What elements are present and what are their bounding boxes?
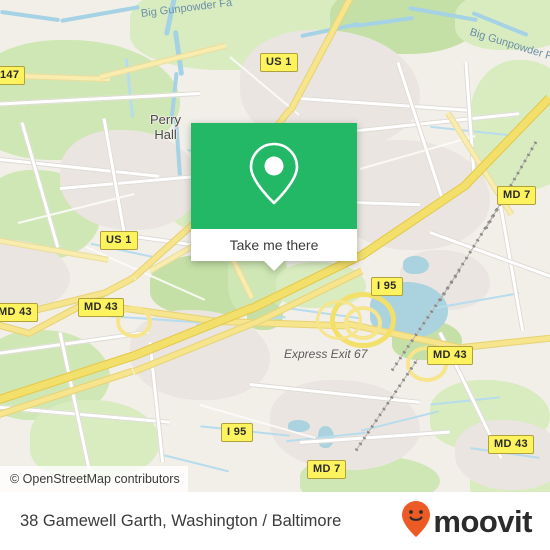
moovit-logo[interactable]: moovit — [401, 500, 532, 543]
shield-147[interactable]: 147 — [0, 66, 26, 85]
shield-md-43[interactable]: MD 43 — [78, 298, 124, 317]
address-title: 38 Gamewell Garth, Washington / Baltimor… — [20, 511, 342, 530]
river — [60, 5, 140, 23]
exit-label-express-exit-67: Express Exit 67 — [284, 347, 368, 361]
map-canvas[interactable]: Big Gunpowder Fa Big Gunpowder Fa Perry … — [0, 0, 550, 492]
shield-md-7[interactable]: MD 7 — [307, 460, 347, 479]
shield-i-95[interactable]: I 95 — [221, 423, 253, 442]
popup-tail — [264, 261, 284, 271]
place-label-perry-hall: Perry Hall — [150, 112, 182, 142]
road-md-43 — [461, 332, 550, 351]
moovit-map-screenshot: Big Gunpowder Fa Big Gunpowder Fa Perry … — [0, 0, 550, 550]
take-me-there-label: Take me there — [229, 237, 319, 253]
popup-header — [191, 123, 357, 229]
take-me-there-button[interactable]: Take me there — [191, 229, 357, 271]
river — [0, 9, 60, 23]
interchange-ramp — [316, 300, 362, 340]
shield-md-43[interactable]: MD 43 — [0, 303, 38, 322]
location-pin-icon — [247, 141, 301, 212]
footer-bar: 38 Gamewell Garth, Washington / Baltimor… — [0, 492, 550, 550]
shield-us-1[interactable]: US 1 — [100, 231, 138, 250]
pond — [403, 256, 429, 274]
moovit-pin-icon — [401, 500, 431, 543]
shield-md-7[interactable]: MD 7 — [497, 186, 537, 205]
shield-md-43[interactable]: MD 43 — [427, 346, 473, 365]
shield-md-43[interactable]: MD 43 — [488, 435, 534, 454]
shield-i-95[interactable]: I 95 — [371, 277, 403, 296]
map-attribution[interactable]: © OpenStreetMap contributors — [0, 466, 188, 492]
shield-us-1[interactable]: US 1 — [260, 53, 298, 72]
location-popup-card[interactable]: Take me there — [191, 123, 357, 271]
moovit-wordmark: moovit — [433, 503, 532, 539]
